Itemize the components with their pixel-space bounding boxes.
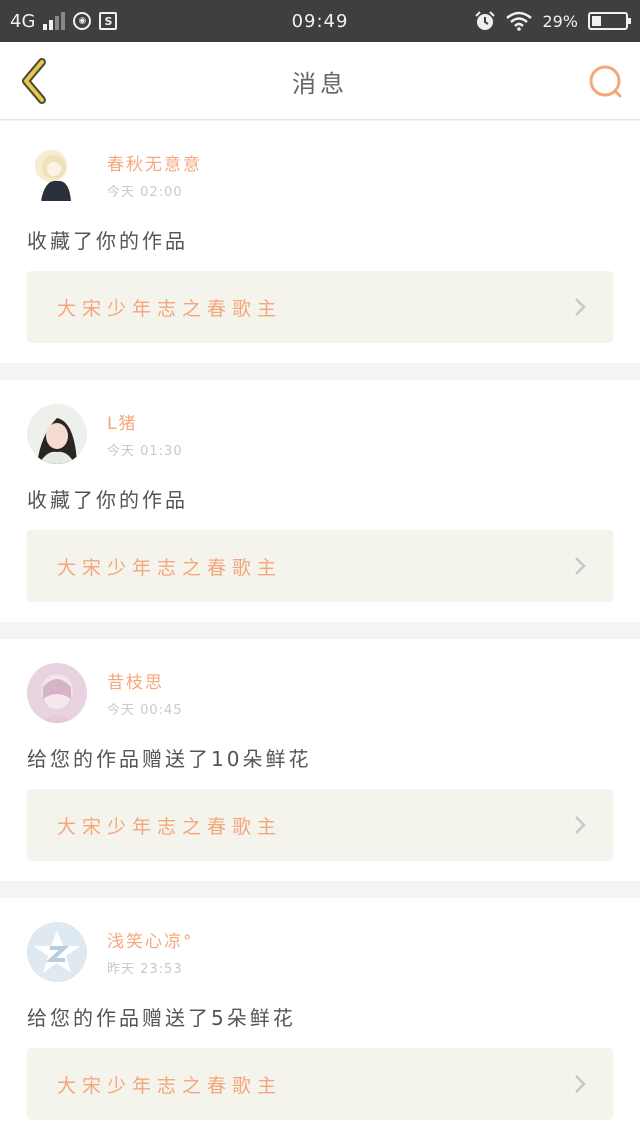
chevron-right-icon [575, 557, 586, 575]
user-name[interactable]: L猪 [107, 409, 183, 434]
message-text: 给您的作品赠送了5朵鲜花 [27, 1006, 296, 1030]
chevron-right-icon [575, 816, 586, 834]
header-bar: 消息 [0, 42, 640, 120]
alarm-icon [475, 11, 496, 30]
message-header: L猪 今天 01:30 [27, 402, 613, 466]
message-card: 浅笑心凉° 昨天 23:53 给您的作品赠送了5朵鲜花 大宋少年志之春歌主 [0, 898, 640, 1140]
battery-percent: 29% [542, 11, 578, 31]
work-title: 大宋少年志之春歌主 [57, 815, 283, 838]
status-bar: 4G ◉ S 09:49 29% [0, 0, 640, 42]
work-link[interactable]: 大宋少年志之春歌主 [27, 1048, 613, 1120]
work-link[interactable]: 大宋少年志之春歌主 [27, 530, 613, 602]
work-link[interactable]: 大宋少年志之春歌主 [27, 271, 613, 343]
work-title: 大宋少年志之春歌主 [57, 297, 283, 320]
page-title: 消息 [292, 69, 348, 98]
wifi-icon [506, 11, 533, 31]
message-time: 今天 00:45 [107, 703, 183, 718]
work-link[interactable]: 大宋少年志之春歌主 [27, 789, 613, 861]
user-name[interactable]: 春秋无意意 [107, 150, 202, 175]
search-button[interactable] [586, 62, 626, 102]
user-meta: 浅笑心凉° 昨天 23:53 [107, 927, 194, 977]
user-name[interactable]: 浅笑心凉° [107, 927, 194, 952]
avatar[interactable] [27, 663, 87, 723]
message-header: 浅笑心凉° 昨天 23:53 [27, 920, 613, 984]
message-time: 今天 01:30 [107, 444, 183, 459]
user-meta: 春秋无意意 今天 02:00 [107, 150, 202, 200]
message-text: 给您的作品赠送了10朵鲜花 [27, 747, 312, 771]
message-card: 春秋无意意 今天 02:00 收藏了你的作品 大宋少年志之春歌主 [0, 121, 640, 363]
qzone-star-icon [34, 930, 80, 973]
message-list: 春秋无意意 今天 02:00 收藏了你的作品 大宋少年志之春歌主 L猪 今天 0… [0, 121, 640, 1140]
user-meta: 昔枝思 今天 00:45 [107, 668, 183, 718]
message-text: 收藏了你的作品 [27, 229, 188, 253]
avatar[interactable] [27, 145, 87, 205]
chevron-right-icon [575, 1075, 586, 1093]
message-time: 今天 02:00 [107, 185, 183, 200]
chevron-right-icon [575, 298, 586, 316]
work-title: 大宋少年志之春歌主 [57, 1074, 283, 1097]
status-right: 29% [474, 0, 631, 42]
message-card: 昔枝思 今天 00:45 给您的作品赠送了10朵鲜花 大宋少年志之春歌主 [0, 639, 640, 881]
user-meta: L猪 今天 01:30 [107, 409, 183, 459]
message-text: 收藏了你的作品 [27, 488, 188, 512]
work-title: 大宋少年志之春歌主 [57, 556, 283, 579]
message-header: 昔枝思 今天 00:45 [27, 661, 613, 725]
message-card: L猪 今天 01:30 收藏了你的作品 大宋少年志之春歌主 [0, 380, 640, 622]
user-name[interactable]: 昔枝思 [107, 668, 183, 693]
avatar[interactable] [27, 922, 87, 982]
message-header: 春秋无意意 今天 02:00 [27, 143, 613, 207]
message-time: 昨天 23:53 [107, 962, 183, 977]
avatar[interactable] [27, 404, 87, 464]
battery-icon [588, 12, 631, 30]
